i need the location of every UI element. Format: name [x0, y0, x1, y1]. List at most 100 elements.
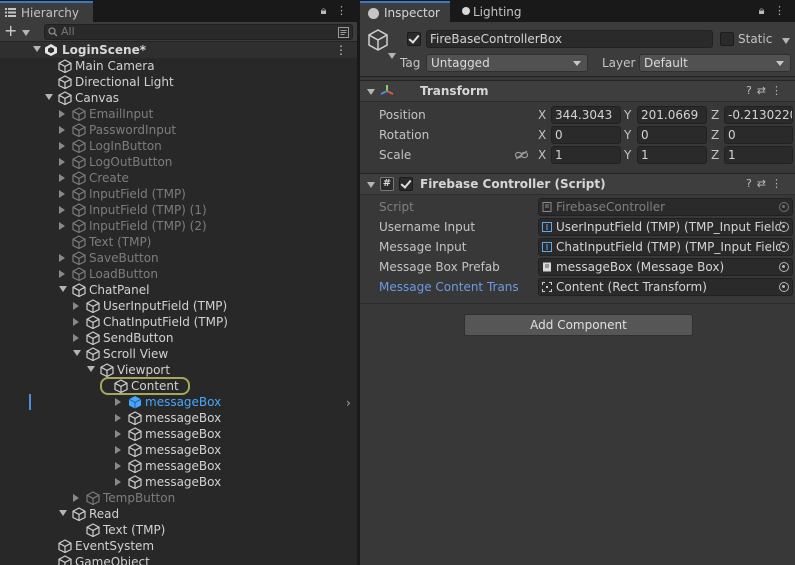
hierarchy-item[interactable]: messageBox: [0, 394, 357, 410]
expand-arrow-icon[interactable]: [115, 398, 121, 406]
hierarchy-item[interactable]: Read: [0, 506, 357, 522]
fold-arrow-icon[interactable]: [367, 182, 375, 188]
collapse-arrow-icon[interactable]: [59, 510, 67, 516]
position-y-field[interactable]: 201.0669: [637, 106, 707, 124]
tab-inspector[interactable]: Inspector: [360, 1, 450, 22]
axis-z-label[interactable]: Z: [711, 108, 719, 122]
scale-z-field[interactable]: 1: [724, 146, 793, 164]
hierarchy-item[interactable]: UserInputField (TMP): [0, 298, 357, 314]
collapse-arrow-icon[interactable]: [59, 286, 67, 292]
preset-icon[interactable]: ⇄: [757, 84, 771, 97]
lock-icon[interactable]: 🔒︎: [321, 4, 327, 17]
hierarchy-item[interactable]: GameObject: [0, 554, 357, 565]
expand-arrow-icon[interactable]: [59, 158, 65, 166]
chevron-down-icon[interactable]: [22, 30, 30, 36]
expand-arrow-icon[interactable]: [59, 126, 65, 134]
expand-arrow-icon[interactable]: [59, 190, 65, 198]
collapse-arrow-icon[interactable]: [45, 94, 53, 100]
hierarchy-item[interactable]: Text (TMP): [0, 522, 357, 538]
hierarchy-item[interactable]: InputField (TMP): [0, 186, 357, 202]
add-object-icon[interactable]: +: [4, 22, 17, 40]
axis-x-label[interactable]: X: [538, 148, 546, 162]
hierarchy-item[interactable]: TempButton: [0, 490, 357, 506]
rotation-z-field[interactable]: 0: [724, 126, 793, 144]
expand-arrow-icon[interactable]: [59, 270, 65, 278]
more-options-icon[interactable]: ⋮: [771, 84, 787, 97]
more-options-icon[interactable]: ⋮: [336, 4, 347, 17]
more-options-icon[interactable]: ⋮: [771, 177, 787, 190]
rotation-y-field[interactable]: 0: [637, 126, 707, 144]
lock-icon[interactable]: 🔒︎: [759, 4, 765, 17]
hierarchy-item[interactable]: Scroll View: [0, 346, 357, 362]
axis-x-label[interactable]: X: [538, 108, 546, 122]
object-picker-icon[interactable]: [779, 222, 789, 232]
hierarchy-item[interactable]: InputField (TMP) (1): [0, 202, 357, 218]
scale-x-field[interactable]: 1: [551, 146, 621, 164]
expand-arrow-icon[interactable]: [73, 302, 79, 310]
hierarchy-item[interactable]: PasswordInput: [0, 122, 357, 138]
expand-arrow-icon[interactable]: [59, 254, 65, 262]
expand-arrow-icon[interactable]: [115, 430, 121, 438]
hierarchy-item[interactable]: Canvas: [0, 90, 357, 106]
rotation-x-field[interactable]: 0: [551, 126, 621, 144]
expand-arrow-icon[interactable]: [73, 334, 79, 342]
hierarchy-item[interactable]: messageBox: [0, 442, 357, 458]
preset-icon[interactable]: ⇄: [757, 177, 771, 190]
hierarchy-item[interactable]: LogInButton: [0, 138, 357, 154]
help-icon[interactable]: ?: [746, 177, 757, 190]
expand-arrow-icon[interactable]: [59, 142, 65, 150]
expand-arrow-icon[interactable]: [33, 46, 41, 52]
expand-arrow-icon[interactable]: [59, 110, 65, 118]
tab-hierarchy[interactable]: Hierarchy: [0, 1, 93, 22]
expand-arrow-icon[interactable]: [115, 414, 121, 422]
add-component-button[interactable]: Add Component: [464, 314, 693, 336]
tab-lighting[interactable]: Lighting: [455, 1, 545, 22]
more-options-icon[interactable]: ⋮: [774, 4, 785, 17]
hierarchy-item[interactable]: Text (TMP): [0, 234, 357, 250]
message-box-prefab-field[interactable]: messageBox (Message Box): [538, 258, 793, 276]
tag-dropdown[interactable]: Untagged: [426, 54, 588, 72]
axis-y-label[interactable]: Y: [624, 128, 631, 142]
hierarchy-item[interactable]: Directional Light: [0, 74, 357, 90]
axis-y-label[interactable]: Y: [624, 148, 631, 162]
hierarchy-item[interactable]: ChatInputField (TMP): [0, 314, 357, 330]
hierarchy-item[interactable]: Main Camera: [0, 58, 357, 74]
hierarchy-item[interactable]: messageBox: [0, 410, 357, 426]
search-filter-icon[interactable]: [338, 27, 349, 38]
expand-arrow-icon[interactable]: [115, 462, 121, 470]
axis-z-label[interactable]: Z: [711, 148, 719, 162]
scene-options-icon[interactable]: ⋮: [335, 42, 347, 58]
scale-y-field[interactable]: 1: [637, 146, 707, 164]
expand-arrow-icon[interactable]: [59, 174, 65, 182]
fold-arrow-icon[interactable]: [367, 89, 375, 95]
hierarchy-item[interactable]: LogOutButton: [0, 154, 357, 170]
object-name-field[interactable]: FireBaseControllerBox: [426, 30, 713, 48]
message-input-field[interactable]: ChatInputField (TMP) (TMP_Input Field: [538, 238, 793, 256]
expand-arrow-icon[interactable]: [115, 478, 121, 486]
axis-z-label[interactable]: Z: [711, 128, 719, 142]
object-picker-icon[interactable]: [779, 282, 789, 292]
username-input-field[interactable]: UserInputField (TMP) (TMP_Input Field: [538, 218, 793, 236]
expand-arrow-icon[interactable]: [115, 446, 121, 454]
message-content-trans-field[interactable]: Content (Rect Transform): [538, 278, 793, 296]
object-picker-icon[interactable]: [779, 242, 789, 252]
hierarchy-item[interactable]: Viewport: [0, 362, 357, 378]
layer-dropdown[interactable]: Default: [639, 54, 791, 72]
hierarchy-item[interactable]: messageBox: [0, 458, 357, 474]
expand-arrow-icon[interactable]: [73, 318, 79, 326]
component-enabled-checkbox[interactable]: [399, 177, 413, 191]
hierarchy-item[interactable]: Create: [0, 170, 357, 186]
scene-row[interactable]: LoginScene* ⋮: [0, 42, 357, 58]
collapse-arrow-icon[interactable]: [87, 366, 95, 372]
chevron-right-icon[interactable]: ›: [346, 396, 351, 410]
expand-arrow-icon[interactable]: [59, 222, 65, 230]
hierarchy-item[interactable]: InputField (TMP) (2): [0, 218, 357, 234]
icon-picker-arrow-icon[interactable]: [388, 53, 396, 59]
hierarchy-item[interactable]: SaveButton: [0, 250, 357, 266]
hierarchy-item[interactable]: LoadButton: [0, 266, 357, 282]
hierarchy-item[interactable]: ChatPanel: [0, 282, 357, 298]
static-checkbox[interactable]: [720, 32, 734, 46]
hierarchy-item[interactable]: EventSystem: [0, 538, 357, 554]
active-checkbox[interactable]: [407, 32, 421, 46]
static-dropdown-arrow-icon[interactable]: [782, 38, 790, 44]
